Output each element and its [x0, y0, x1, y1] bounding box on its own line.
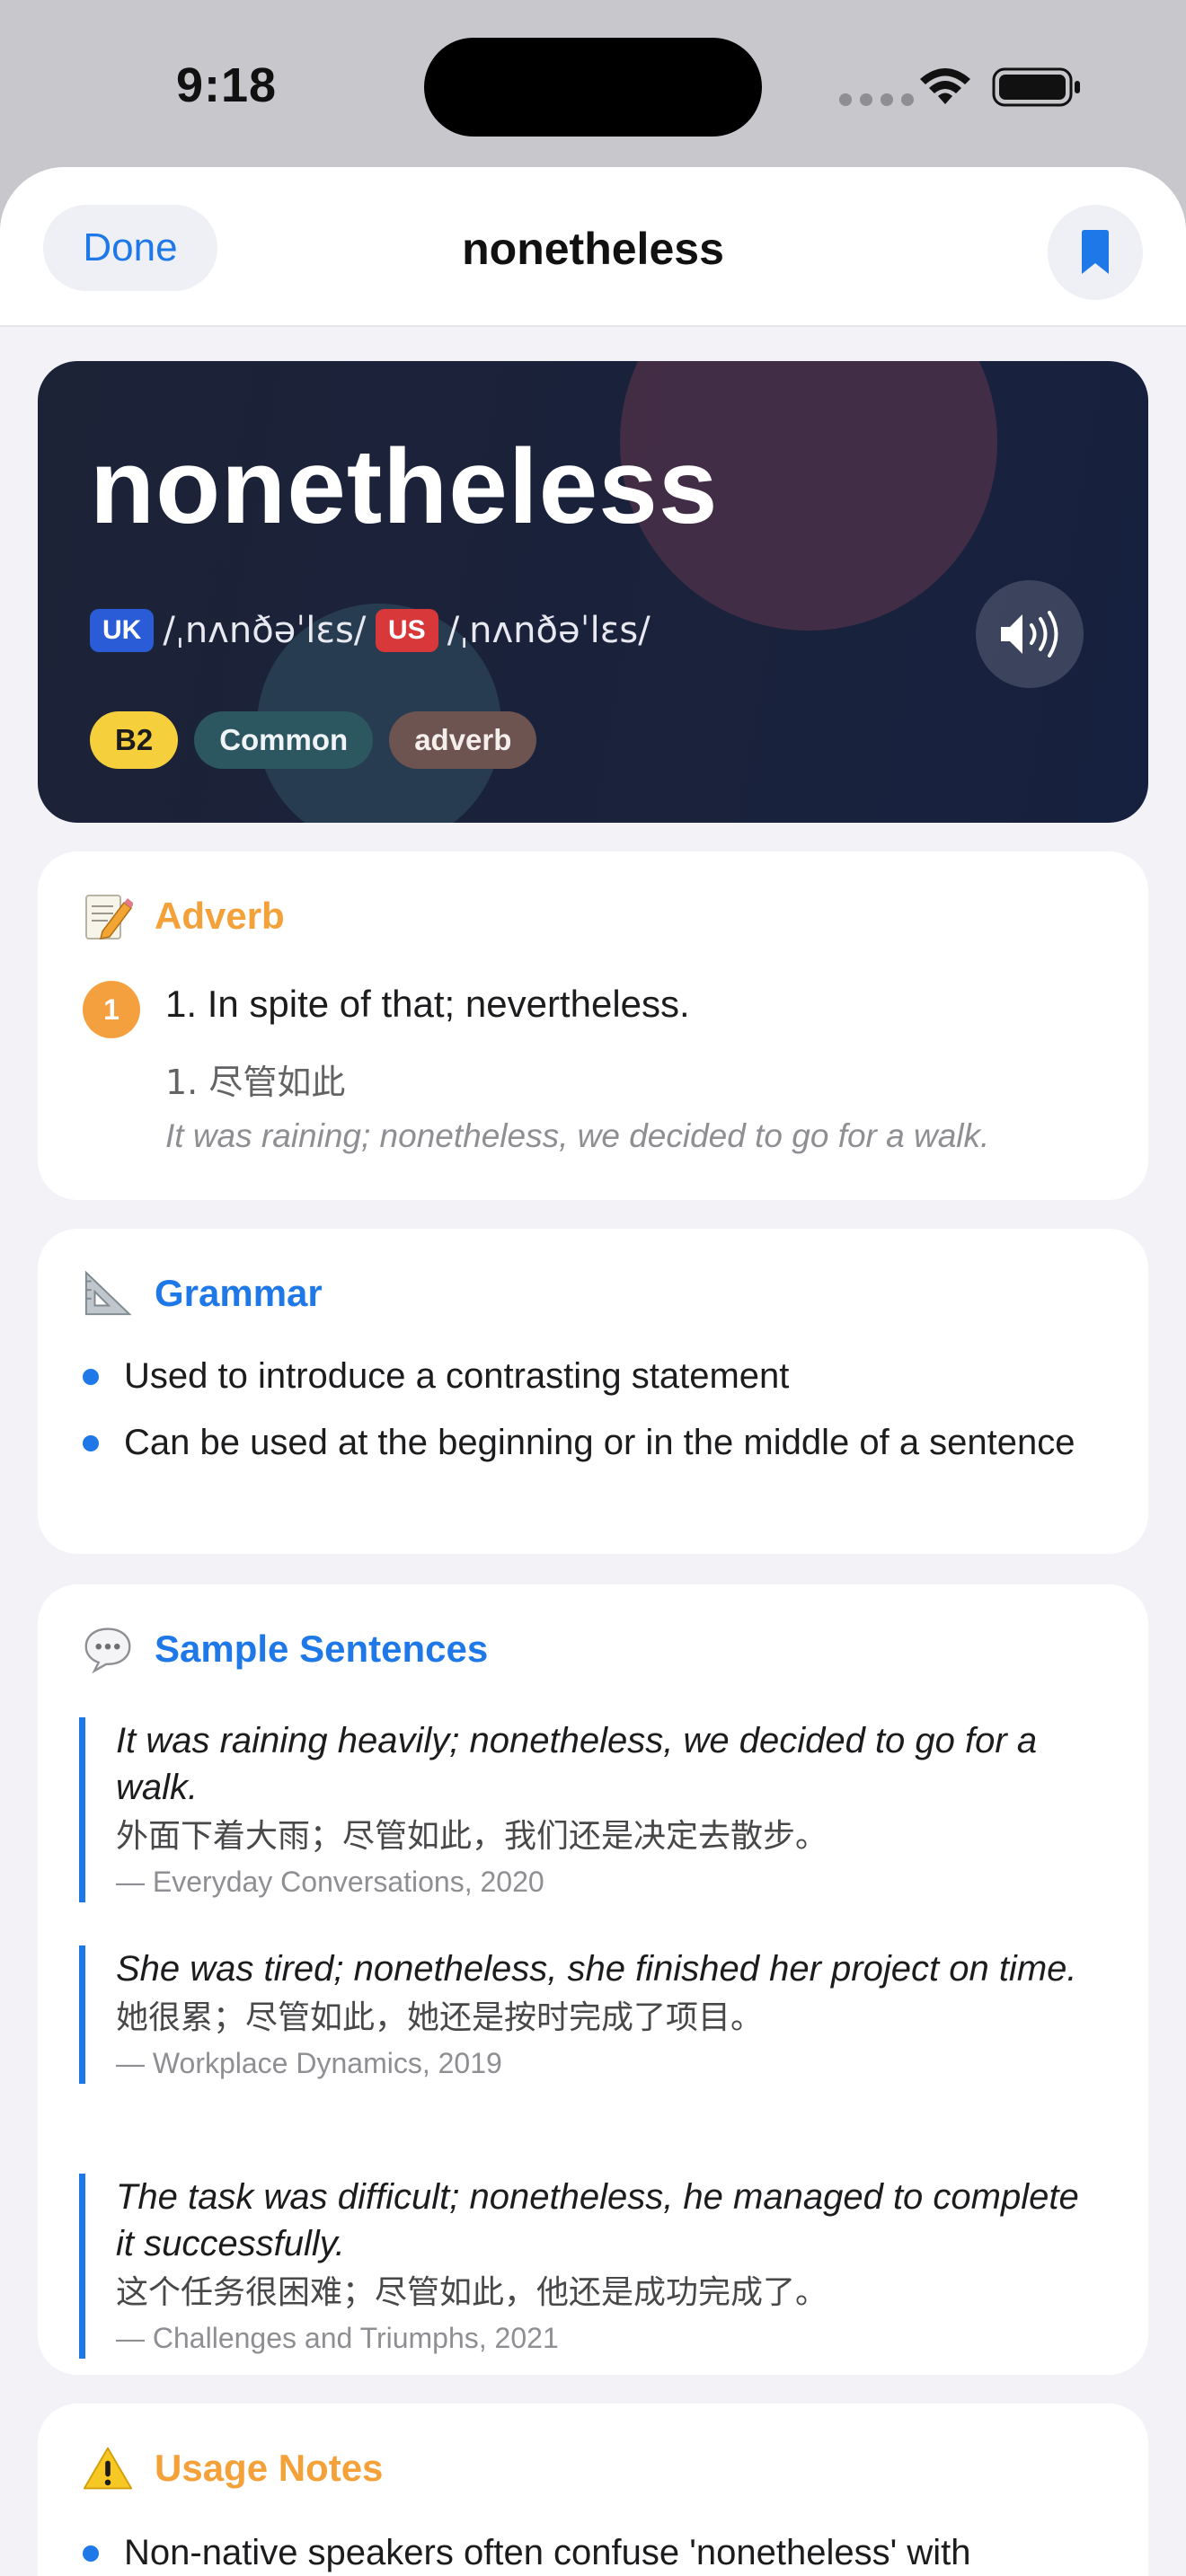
- uk-badge: UK: [90, 609, 155, 652]
- headword: nonetheless: [90, 428, 719, 546]
- sentence-source: — Challenges and Triumphs, 2021: [116, 2322, 559, 2354]
- triangle-ruler-icon: [83, 1268, 133, 1319]
- sentence-english: The task was difficult; nonetheless, he …: [116, 2177, 1079, 2263]
- usage-notes-card: Usage Notes Non-native speakers often co…: [38, 2404, 1148, 2576]
- sample-sentences-card: Sample Sentences It was raining heavily;…: [38, 1584, 1148, 2375]
- play-audio-button[interactable]: [976, 580, 1084, 688]
- definition-example: It was raining; nonetheless, we decided …: [165, 1117, 990, 1154]
- sentence-english: It was raining heavily; nonetheless, we …: [116, 1721, 1038, 1807]
- grammar-list: Used to introduce a contrasting statemen…: [83, 1353, 1089, 1486]
- grammar-item: Used to introduce a contrasting statemen…: [83, 1353, 1089, 1399]
- word-tags: B2 Common adverb: [90, 711, 537, 769]
- grammar-item: Can be used at the beginning or in the m…: [83, 1419, 1089, 1466]
- speech-bubble-icon: [83, 1624, 133, 1674]
- sample-sentence: It was raining heavily; nonetheless, we …: [79, 1717, 1103, 1902]
- grammar-card: Grammar Used to introduce a contrasting …: [38, 1229, 1148, 1554]
- us-badge: US: [376, 609, 438, 652]
- sentences-header: Sample Sentences: [83, 1624, 488, 1674]
- sentence-source: — Workplace Dynamics, 2019: [116, 2047, 502, 2079]
- nav-title: nonetheless: [462, 224, 724, 274]
- sentence-chinese: 她很累；尽管如此，她还是按时完成了项目。: [116, 1999, 764, 2036]
- grammar-header: Grammar: [83, 1268, 323, 1319]
- sense-number: 1: [83, 981, 140, 1038]
- us-pronunciation[interactable]: US /ˌnʌnðəˈlɛs/: [376, 609, 651, 652]
- speaker-icon: [1001, 611, 1058, 657]
- definition-chinese: 1. 尽管如此: [165, 1063, 346, 1102]
- bookmark-icon: [1082, 230, 1109, 274]
- wifi-icon: [920, 68, 970, 104]
- sentence-chinese: 这个任务很困难；尽管如此，他还是成功完成了。: [116, 2274, 828, 2311]
- sample-sentence: The task was difficult; nonetheless, he …: [79, 2174, 1103, 2359]
- uk-pronunciation[interactable]: UK /ˌnʌnðəˈlɛs/: [90, 609, 366, 652]
- usage-item: Non-native speakers often confuse 'nonet…: [83, 2529, 1107, 2576]
- definition-title: Adverb: [155, 895, 285, 937]
- definition-english: 1. In spite of that; nevertheless.: [165, 983, 690, 1025]
- usage-title: Usage Notes: [155, 2447, 384, 2489]
- battery-icon: [992, 67, 1080, 107]
- definition-header: Adverb: [83, 891, 285, 941]
- definition-card: Adverb 1 1. In spite of that; neverthele…: [38, 851, 1148, 1200]
- dynamic-island: [424, 38, 762, 137]
- frequency-tag: Common: [194, 711, 374, 769]
- level-tag: B2: [90, 711, 179, 769]
- memo-icon: [83, 891, 133, 941]
- sentences-title: Sample Sentences: [155, 1628, 489, 1670]
- bookmark-button[interactable]: [1048, 205, 1143, 300]
- navigation-bar: Done nonetheless: [0, 167, 1186, 327]
- sample-sentence: She was tired; nonetheless, she finished…: [79, 1945, 1103, 2084]
- sentence-source: — Everyday Conversations, 2020: [116, 1866, 544, 1898]
- grammar-title: Grammar: [155, 1272, 323, 1314]
- word-detail-sheet: Done nonetheless nonetheless UK /ˌnʌnðəˈ…: [0, 167, 1186, 2576]
- status-time: 9:18: [176, 58, 278, 112]
- part-of-speech-tag: adverb: [389, 711, 537, 769]
- us-ipa: /ˌnʌnðəˈlɛs/: [447, 610, 651, 651]
- uk-ipa: /ˌnʌnðəˈlɛs/: [163, 610, 367, 651]
- usage-header: Usage Notes: [83, 2443, 383, 2493]
- status-bar: 9:18: [0, 0, 1186, 171]
- word-hero-card: nonetheless UK /ˌnʌnðəˈlɛs/ US /ˌnʌnðəˈl…: [38, 361, 1148, 823]
- sentence-english: She was tired; nonetheless, she finished…: [116, 1949, 1077, 1989]
- cellular-signal-icon: [839, 93, 914, 106]
- warning-icon: [83, 2443, 133, 2493]
- sentence-chinese: 外面下着大雨；尽管如此，我们还是决定去散步。: [116, 1818, 828, 1855]
